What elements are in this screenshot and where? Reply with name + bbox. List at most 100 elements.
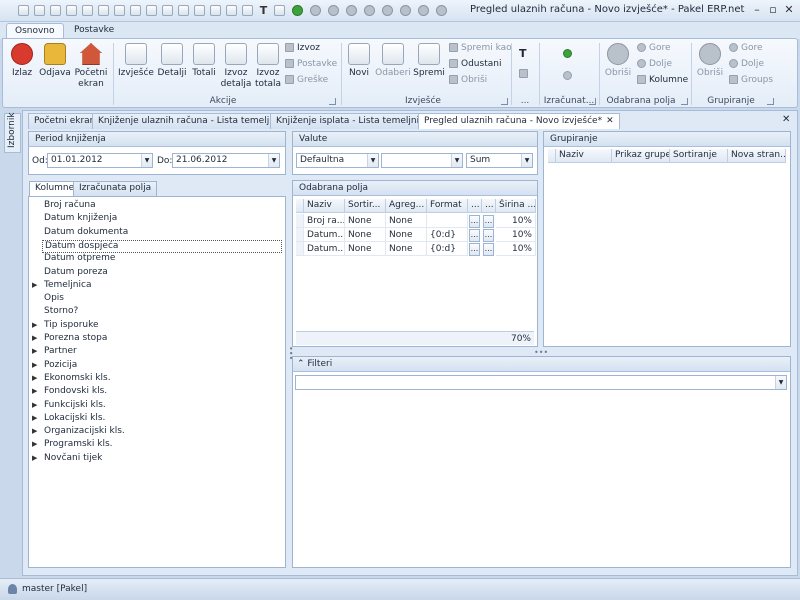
- expand-chevron-icon[interactable]: ▶: [32, 346, 37, 357]
- tab-postavke[interactable]: Postavke: [66, 23, 122, 39]
- currency-select[interactable]: Defaultna ▼: [296, 153, 379, 168]
- close-tab-icon[interactable]: ✕: [606, 116, 614, 126]
- tab-knjizenje-ulaznih[interactable]: Knjiženje ulaznih računa - Lista temeljn…: [92, 113, 294, 129]
- greske-button[interactable]: Greške: [285, 75, 328, 85]
- column-header[interactable]: Širina ...: [496, 199, 536, 213]
- expand-chevron-icon[interactable]: ▶: [32, 413, 37, 424]
- dialog-launcher-icon[interactable]: [501, 98, 508, 105]
- field-item[interactable]: Porezna stopa: [44, 333, 107, 344]
- grid-cell[interactable]: Datum...: [304, 242, 345, 256]
- groups-icon[interactable]: [436, 5, 447, 16]
- chevron-down-icon[interactable]: ▼: [451, 154, 462, 167]
- chevron-down-icon[interactable]: ▼: [268, 154, 279, 167]
- column-header[interactable]: Format: [427, 199, 468, 213]
- list-icon[interactable]: [274, 5, 285, 16]
- row-indicator[interactable]: [296, 214, 304, 228]
- izvoz-detalja-button[interactable]: Izvoz detalja: [220, 43, 252, 90]
- field-item[interactable]: Storno?: [44, 306, 78, 317]
- column-header[interactable]: Prikaz grupe: [612, 149, 670, 163]
- document-icon[interactable]: [194, 5, 205, 16]
- field-item[interactable]: Organizacijski kls.: [44, 426, 125, 437]
- document-icon[interactable]: [178, 5, 189, 16]
- grid-cell[interactable]: 10%: [496, 214, 536, 228]
- delete-calculated-button[interactable]: [563, 71, 575, 81]
- groups-button[interactable]: Groups: [729, 75, 773, 85]
- odaberi-button[interactable]: Odaberi: [375, 43, 411, 79]
- grid-cell[interactable]: None: [345, 228, 386, 242]
- expand-chevron-icon[interactable]: ▶: [32, 386, 37, 397]
- dialog-launcher-icon[interactable]: [681, 98, 688, 105]
- grid-cell[interactable]: [427, 214, 468, 228]
- text-format-icon[interactable]: T: [519, 47, 527, 60]
- filteri-header[interactable]: ⌃ Filteri: [293, 357, 790, 372]
- izvoz-button[interactable]: Izvoz: [285, 43, 320, 53]
- grid-cell[interactable]: None: [386, 214, 427, 228]
- grid-cell[interactable]: {0:d}: [427, 242, 468, 256]
- grid-cell[interactable]: None: [386, 228, 427, 242]
- detalji-button[interactable]: Detalji: [156, 43, 188, 79]
- expand-chevron-icon[interactable]: ▶: [32, 373, 37, 384]
- delete-icon[interactable]: [310, 5, 321, 16]
- field-item[interactable]: Partner: [44, 346, 77, 357]
- expand-chevron-icon[interactable]: ▶: [32, 360, 37, 371]
- expand-chevron-icon[interactable]: ▶: [32, 320, 37, 331]
- ellipsis-button[interactable]: ...: [483, 229, 494, 242]
- row-indicator[interactable]: [296, 228, 304, 242]
- down-arrow-icon[interactable]: [364, 5, 375, 16]
- document-icon[interactable]: [146, 5, 157, 16]
- field-item[interactable]: Datum knjiženja: [44, 213, 117, 224]
- gore-button[interactable]: Gore: [637, 43, 671, 53]
- field-item[interactable]: Temeljnica: [44, 280, 91, 291]
- izvjesce-button[interactable]: Izvješće: [117, 43, 155, 79]
- od-date-field[interactable]: 01.01.2012 ▼: [47, 153, 153, 168]
- grid-cell[interactable]: {0:d}: [427, 228, 468, 242]
- do-date-field[interactable]: 21.06.2012 ▼: [172, 153, 280, 168]
- add-calculated-button[interactable]: [563, 49, 575, 59]
- dolje-button[interactable]: Dolje: [637, 59, 672, 69]
- close-icon[interactable]: ✕: [782, 3, 796, 17]
- dialog-launcher-icon[interactable]: [589, 98, 596, 105]
- dialog-launcher-icon[interactable]: [329, 98, 336, 105]
- grid-cell[interactable]: Datum...: [304, 228, 345, 242]
- field-item[interactable]: Datum dospjeća: [42, 239, 282, 253]
- tab-pregled-ulaznih[interactable]: Pregled ulaznih računa - Novo izvješće* ✕: [418, 113, 620, 129]
- field-item[interactable]: Datum otpreme: [44, 253, 115, 264]
- spremi-kao-button[interactable]: Spremi kao: [449, 43, 512, 53]
- export-icon[interactable]: [82, 5, 93, 16]
- column-header[interactable]: Agreg...: [386, 199, 427, 213]
- pocetni-ekran-button[interactable]: Početni ekran: [73, 43, 109, 90]
- column-header[interactable]: Sortiranje: [670, 149, 728, 163]
- field-item[interactable]: Programski kls.: [44, 439, 113, 450]
- field-item[interactable]: Tip isporuke: [44, 320, 99, 331]
- ellipsis-button[interactable]: ...: [469, 229, 480, 242]
- ellipsis-button[interactable]: ...: [483, 243, 494, 256]
- restore-icon[interactable]: ▫: [766, 3, 780, 17]
- expand-chevron-icon[interactable]: ▶: [32, 280, 37, 291]
- tab-pocetni-ekran[interactable]: Početni ekran: [28, 113, 102, 129]
- export-icon[interactable]: [162, 5, 173, 16]
- list-icon[interactable]: [519, 69, 531, 79]
- minimize-icon[interactable]: –: [750, 3, 764, 17]
- chevron-down-icon[interactable]: ▼: [775, 376, 786, 389]
- chevron-down-icon[interactable]: ▼: [521, 154, 532, 167]
- document-icon[interactable]: [130, 5, 141, 16]
- down-arrow-icon[interactable]: [418, 5, 429, 16]
- document-icon[interactable]: [98, 5, 109, 16]
- grid-cell[interactable]: None: [386, 242, 427, 256]
- field-item[interactable]: Datum poreza: [44, 267, 108, 278]
- document-icon[interactable]: [66, 5, 77, 16]
- totali-button[interactable]: Totali: [189, 43, 219, 79]
- expand-chevron-icon[interactable]: ▶: [32, 426, 37, 437]
- postavke-button[interactable]: Postavke: [285, 59, 337, 69]
- field-item[interactable]: Funkcijski kls.: [44, 400, 106, 411]
- odustani-button[interactable]: Odustani: [449, 59, 501, 69]
- delete-icon[interactable]: [328, 5, 339, 16]
- grid-cell[interactable]: 10%: [496, 228, 536, 242]
- row-indicator[interactable]: [296, 242, 304, 256]
- tab-osnovno[interactable]: Osnovno: [6, 23, 64, 39]
- save-icon[interactable]: [18, 5, 29, 16]
- column-header[interactable]: ...: [482, 199, 496, 213]
- field-item[interactable]: Pozicija: [44, 360, 77, 371]
- grid-cell[interactable]: 10%: [496, 242, 536, 256]
- tab-knjizenje-isplata[interactable]: Knjiženje isplata - Lista temeljnica: [270, 113, 436, 129]
